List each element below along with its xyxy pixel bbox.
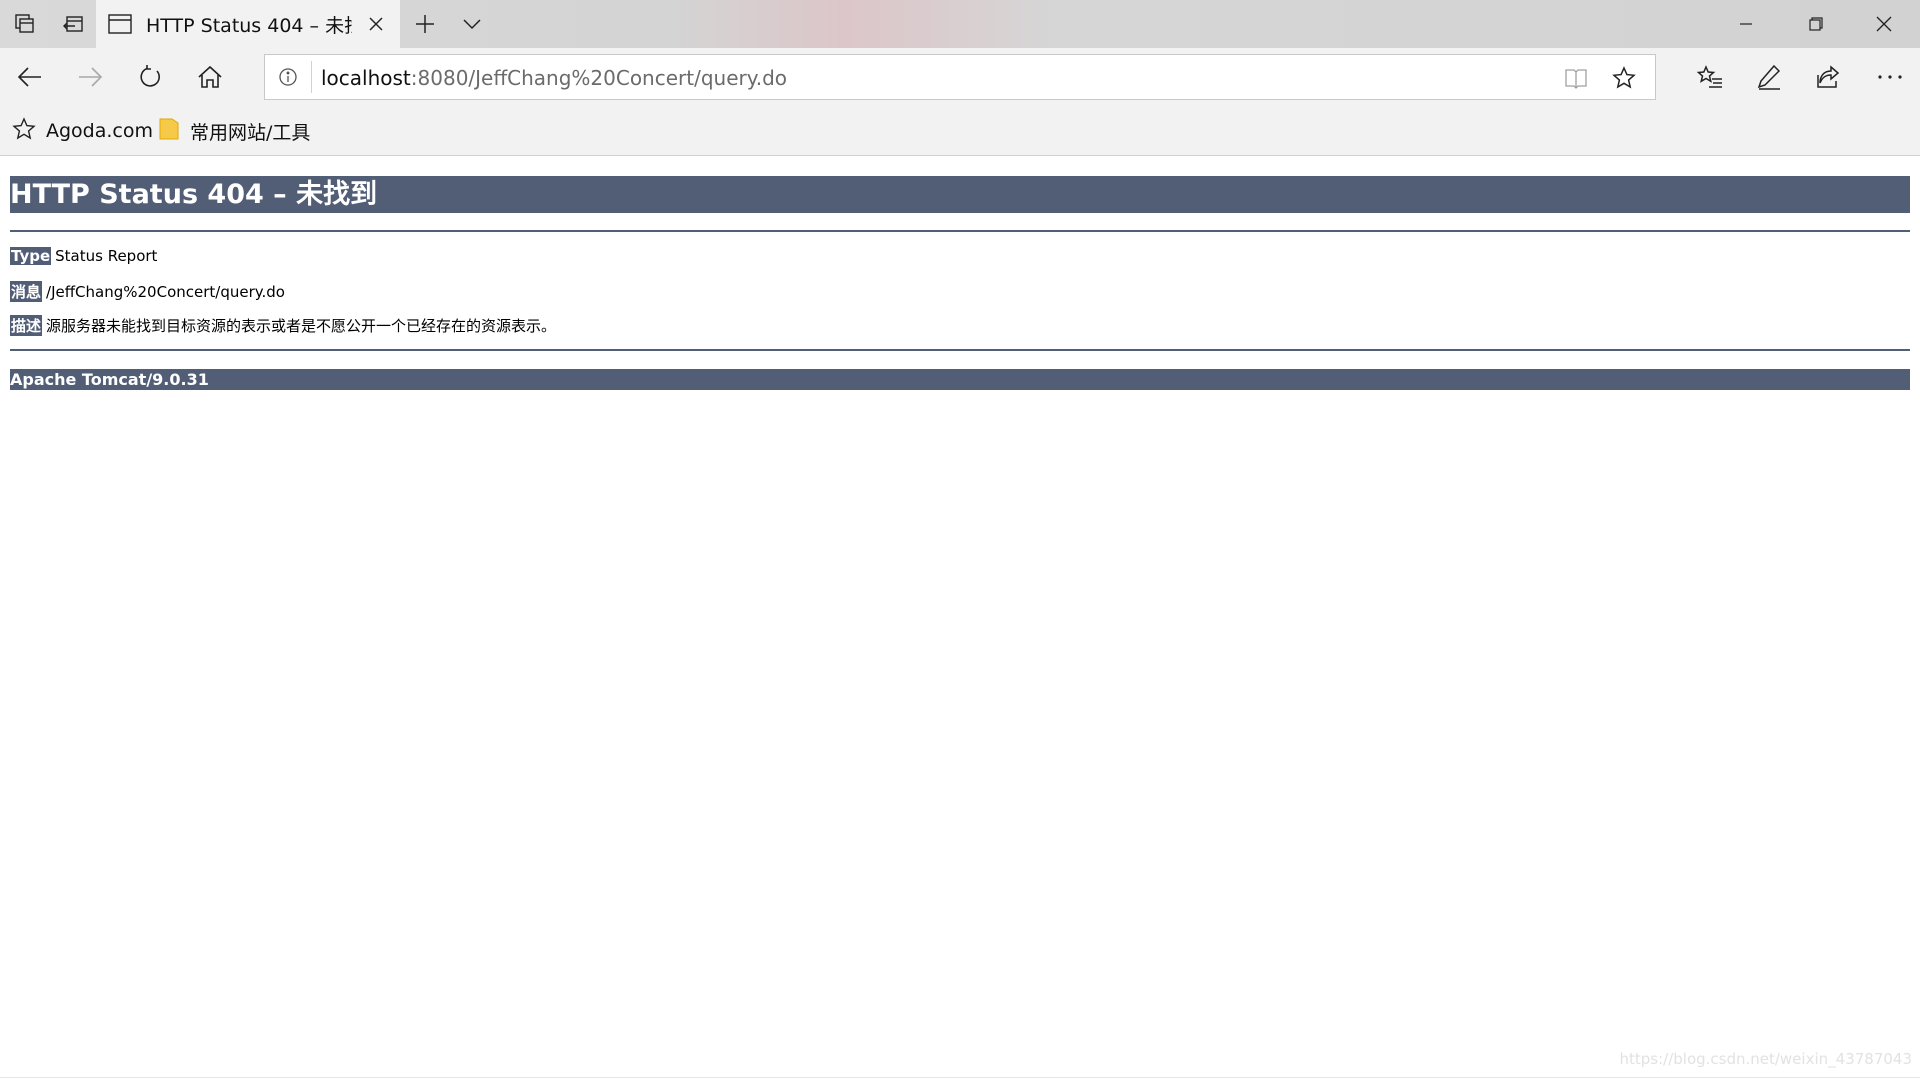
- page-content: HTTP Status 404 – 未找到 Type Status Report…: [0, 157, 1920, 1080]
- info-row-type: Type Status Report: [10, 247, 157, 265]
- row-value: /JeffChang%20Concert/query.do: [46, 282, 285, 301]
- title-bar: HTTP Status 404 – 未找到: [0, 0, 1920, 48]
- share-icon[interactable]: [1810, 60, 1846, 94]
- watermark: https://blog.csdn.net/weixin_43787043: [1619, 1050, 1912, 1068]
- row-label: Type: [10, 247, 52, 265]
- forward-arrow-icon[interactable]: [72, 60, 108, 94]
- url-host: localhost: [321, 66, 411, 90]
- web-note-pen-icon[interactable]: [1751, 60, 1787, 94]
- address-separator: [311, 61, 312, 93]
- restore-icon[interactable]: [1782, 0, 1850, 48]
- row-label: 消息: [10, 281, 43, 302]
- row-value: Status Report: [55, 247, 158, 265]
- page-icon: [108, 14, 132, 34]
- refresh-icon[interactable]: [132, 60, 168, 94]
- active-tab[interactable]: HTTP Status 404 – 未找到: [96, 0, 400, 48]
- favorite-label: 常用网站/工具: [190, 121, 311, 144]
- set-tabs-aside-icon[interactable]: [58, 9, 88, 39]
- divider: [10, 349, 1910, 351]
- info-row-description: 描述 源服务器未能找到目标资源的表示或者是不愿公开一个已经存在的资源表示。: [10, 315, 556, 336]
- favorite-label: Agoda.com: [46, 120, 154, 142]
- new-tab-icon[interactable]: [410, 9, 440, 39]
- window-bottom-edge: [0, 1077, 1920, 1078]
- server-info: Apache Tomcat/9.0.31: [10, 369, 1910, 390]
- minimize-icon[interactable]: [1712, 0, 1780, 48]
- favorite-folder-tools[interactable]: 常用网站/工具: [158, 118, 310, 144]
- back-arrow-icon[interactable]: [12, 60, 48, 94]
- add-favorite-star-icon[interactable]: [1611, 65, 1637, 91]
- divider: [10, 230, 1910, 232]
- tab-title: HTTP Status 404 – 未找到: [146, 14, 352, 37]
- tab-actions-icon[interactable]: [10, 9, 40, 39]
- reading-view-icon[interactable]: [1563, 66, 1589, 90]
- url-path: :8080/JeffChang%20Concert/query.do: [410, 66, 788, 90]
- address-bar[interactable]: localhost:8080/JeffChang%20Concert/query…: [264, 54, 1656, 100]
- row-label: 描述: [10, 315, 43, 336]
- favorites-bar: Agoda.com 常用网站/工具: [0, 106, 1920, 156]
- row-value: 源服务器未能找到目标资源的表示或者是不愿公开一个已经存在的资源表示。: [46, 317, 557, 335]
- info-row-message: 消息 /JeffChang%20Concert/query.do: [10, 281, 285, 302]
- star-outline-icon: [12, 116, 36, 146]
- url-text[interactable]: localhost:8080/JeffChang%20Concert/query…: [321, 66, 787, 90]
- more-options-icon[interactable]: [1872, 60, 1908, 94]
- home-icon[interactable]: [192, 60, 228, 94]
- navigation-bar: localhost:8080/JeffChang%20Concert/query…: [0, 48, 1920, 106]
- site-info-icon[interactable]: [277, 66, 299, 88]
- favorites-hub-icon[interactable]: [1692, 60, 1728, 94]
- close-window-icon[interactable]: [1850, 0, 1918, 48]
- tab-preview-chevron-down-icon[interactable]: [457, 9, 487, 39]
- page-title: HTTP Status 404 – 未找到: [10, 176, 1910, 213]
- folder-icon: [158, 117, 180, 146]
- favorite-item-agoda[interactable]: Agoda.com: [12, 116, 154, 146]
- close-tab-icon[interactable]: [366, 14, 386, 34]
